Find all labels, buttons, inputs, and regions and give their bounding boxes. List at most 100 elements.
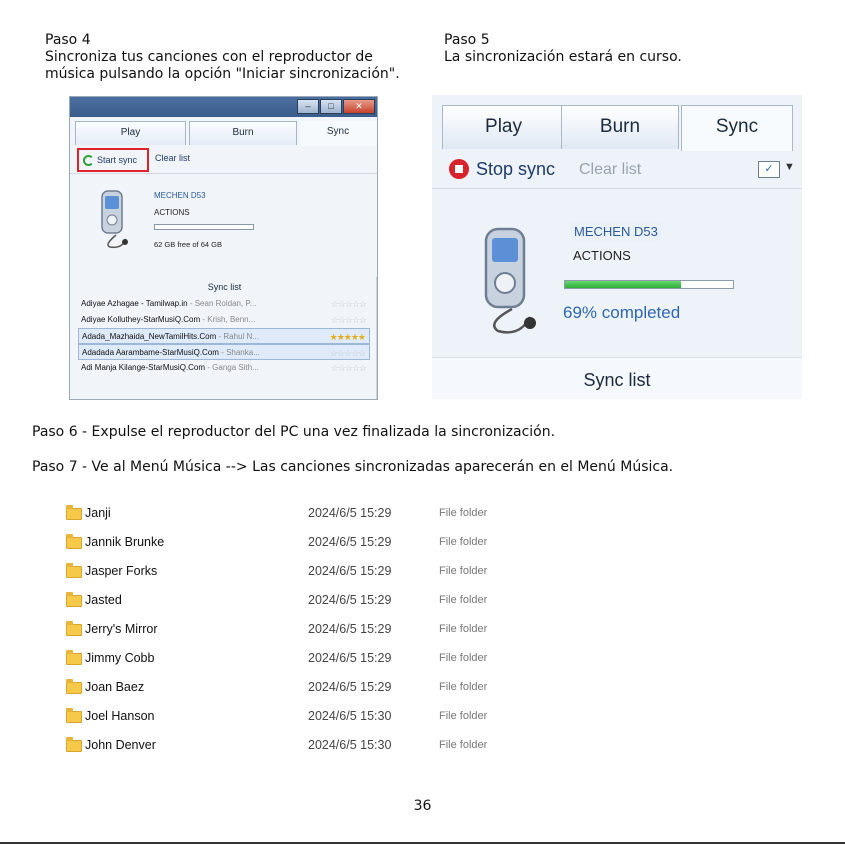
step-4-title: Paso 4: [45, 32, 91, 48]
folder-row[interactable]: John Denver 2024/6/5 15:30 File folder: [64, 730, 664, 759]
folder-row[interactable]: Jasper Forks 2024/6/5 15:29 File folder: [64, 556, 664, 585]
step-4-instructions: Paso 4 Sincroniza tus canciones con el r…: [45, 32, 415, 83]
sync-list-title: Sync list: [583, 370, 651, 390]
folder-date: 2024/6/5 15:29: [308, 651, 392, 665]
folder-icon: [66, 621, 82, 636]
screenshot-start-sync: – □ ✕ Play Burn Sync Start sync Clear li…: [69, 96, 378, 400]
song-title: Adiyae Kolluthey-StarMusiQ.Com: [81, 315, 201, 324]
tab-burn[interactable]: Burn: [561, 105, 679, 149]
start-sync-button[interactable]: Start sync: [77, 148, 149, 172]
device-actions[interactable]: ACTIONS: [154, 208, 190, 217]
window-controls: – □ ✕: [296, 99, 375, 114]
folder-row[interactable]: Jasted 2024/6/5 15:29 File folder: [64, 585, 664, 614]
tab-play[interactable]: Play: [75, 121, 186, 145]
song-title: Adadada Aarambame-StarMusiQ.Com: [82, 348, 219, 357]
stop-icon[interactable]: [449, 159, 469, 179]
folder-date: 2024/6/5 15:30: [308, 709, 392, 723]
folder-row[interactable]: Jannik Brunke 2024/6/5 15:29 File folder: [64, 527, 664, 556]
folder-date: 2024/6/5 15:29: [308, 680, 392, 694]
scrollbar[interactable]: [376, 277, 377, 399]
step-4-line-2: música pulsando la opción "Iniciar sincr…: [45, 66, 400, 82]
window-titlebar: – □ ✕: [70, 97, 377, 117]
folder-name: Joel Hanson: [85, 709, 155, 723]
start-sync-label: Start sync: [97, 155, 138, 165]
progress-text: 69% completed: [563, 303, 681, 322]
free-space-text: 62 GB free of 64 GB: [154, 240, 222, 249]
tab-sync[interactable]: Sync: [300, 121, 376, 146]
folder-type: File folder: [439, 536, 488, 548]
folder-row[interactable]: Jerry's Mirror 2024/6/5 15:29 File folder: [64, 614, 664, 643]
folder-row[interactable]: Joan Baez 2024/6/5 15:29 File folder: [64, 672, 664, 701]
song-artist: - Sean Roldan, P...: [187, 299, 257, 308]
folder-type: File folder: [439, 652, 488, 664]
sync-list-row[interactable]: Adi Manja Kilange-StarMusiQ.Com - Ganga …: [78, 360, 370, 376]
rating-stars-icon[interactable]: ☆☆☆☆☆: [330, 345, 366, 359]
tab-play[interactable]: Play: [442, 105, 565, 149]
chevron-down-icon[interactable]: ▼: [784, 161, 795, 173]
folder-type: File folder: [439, 710, 488, 722]
song-title: Adada_Mazhaida_NewTamilHits.Com: [82, 332, 217, 341]
view-options-icon[interactable]: ✓: [758, 161, 780, 178]
sync-list-row[interactable]: Adadada Aarambame-StarMusiQ.Com - Shanka…: [78, 344, 370, 360]
folder-icon: [66, 737, 82, 752]
minimize-button[interactable]: –: [297, 99, 319, 114]
media-player-icon: [484, 227, 536, 334]
clear-list-button[interactable]: Clear list: [155, 153, 190, 163]
folder-icon: [66, 708, 82, 723]
sync-list-row[interactable]: Adada_Mazhaida_NewTamilHits.Com - Rahul …: [78, 328, 370, 344]
folder-row[interactable]: Janji 2024/6/5 15:29 File folder: [64, 498, 664, 527]
folder-icon: [66, 679, 82, 694]
sync-toolbar: Start sync Clear list: [70, 146, 377, 174]
song-title: Adi Manja Kilange-StarMusiQ.Com: [81, 363, 206, 372]
folder-type: File folder: [439, 623, 488, 635]
sync-list-title: Sync list: [207, 282, 242, 292]
folder-row[interactable]: Joel Hanson 2024/6/5 15:30 File folder: [64, 701, 664, 730]
folder-icon: [66, 505, 82, 520]
rating-stars-icon[interactable]: ☆☆☆☆☆: [331, 312, 367, 328]
device-actions[interactable]: ACTIONS: [573, 248, 631, 263]
tab-sync[interactable]: Sync: [681, 105, 793, 151]
folder-name: Janji: [85, 506, 111, 520]
close-button[interactable]: ✕: [343, 99, 375, 114]
folder-name: Jasper Forks: [85, 564, 158, 578]
sync-icon: [83, 154, 94, 166]
song-artist: - Shanka...: [218, 348, 260, 357]
folder-name: Jimmy Cobb: [85, 651, 155, 665]
folder-name: John Denver: [85, 738, 156, 752]
step-5-line-1: La sincronización estará en curso.: [444, 49, 682, 65]
song-artist: - Ganga Sith...: [205, 363, 259, 372]
folder-type: File folder: [439, 594, 488, 606]
step-4-line-1: Sincroniza tus canciones con el reproduc…: [45, 49, 373, 65]
sync-list: Adiyae Azhagae - Tamilwap.in - Sean Rold…: [78, 296, 370, 376]
step-5-title: Paso 5: [444, 32, 490, 48]
screenshot-sync-progress: Play Burn Sync Stop sync Clear list ✓ ▼ …: [432, 95, 802, 399]
folder-date: 2024/6/5 15:29: [308, 535, 392, 549]
step-5-instructions: Paso 5 La sincronización estará en curso…: [444, 32, 824, 66]
folder-date: 2024/6/5 15:29: [308, 622, 392, 636]
folder-icon: [66, 563, 82, 578]
folder-type: File folder: [439, 681, 488, 693]
storage-bar: [154, 224, 254, 230]
rating-stars-icon[interactable]: ☆☆☆☆☆: [331, 360, 367, 376]
folder-name: Jerry's Mirror: [85, 622, 158, 636]
folder-icon: [66, 534, 82, 549]
folder-icon: [66, 592, 82, 607]
sync-list-row[interactable]: Adiyae Kolluthey-StarMusiQ.Com - Krish, …: [78, 312, 370, 328]
sync-toolbar: Stop sync Clear list ✓ ▼: [432, 149, 802, 189]
sync-list-row[interactable]: Adiyae Azhagae - Tamilwap.in - Sean Rold…: [78, 296, 370, 312]
folder-name: Jannik Brunke: [85, 535, 165, 549]
rating-stars-icon[interactable]: ☆☆☆☆☆: [331, 296, 367, 312]
clear-list-button[interactable]: Clear list: [579, 161, 641, 179]
stop-sync-button[interactable]: Stop sync: [476, 159, 555, 180]
folder-type: File folder: [439, 507, 488, 519]
folder-row[interactable]: Jimmy Cobb 2024/6/5 15:29 File folder: [64, 643, 664, 672]
rating-stars-icon[interactable]: ★★★★★: [330, 329, 366, 343]
maximize-button[interactable]: □: [320, 99, 342, 114]
tab-strip: Play Burn Sync: [432, 105, 802, 151]
tab-burn[interactable]: Burn: [189, 121, 297, 145]
folder-type: File folder: [439, 565, 488, 577]
song-artist: - Krish, Benn...: [200, 315, 256, 324]
device-name: MECHEN D53: [154, 191, 206, 200]
media-player-icon: [101, 190, 128, 249]
folder-date: 2024/6/5 15:29: [308, 506, 392, 520]
